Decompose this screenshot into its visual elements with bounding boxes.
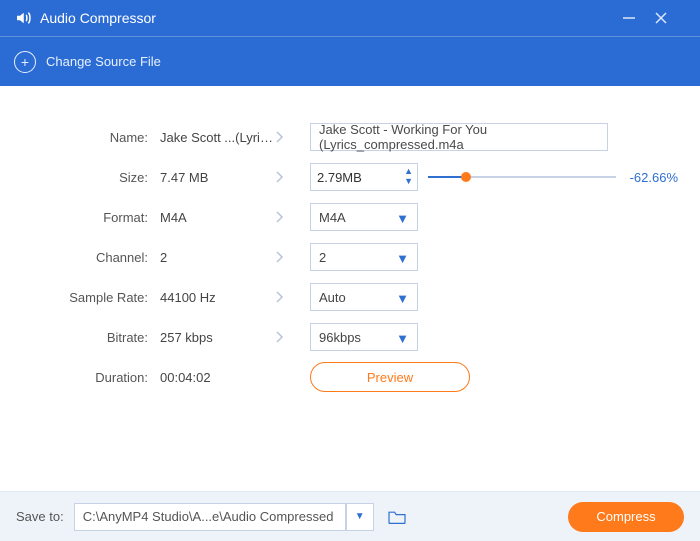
slider-thumb[interactable] (461, 172, 471, 182)
label-duration: Duration: (22, 370, 154, 385)
compress-button[interactable]: Compress (568, 502, 684, 532)
speaker-icon (14, 9, 32, 27)
plus-circle-icon: + (14, 51, 36, 73)
source-format: M4A (154, 210, 274, 225)
chevron-right-icon (274, 170, 310, 184)
format-select-value: M4A (319, 210, 346, 225)
source-bitrate: 257 kbps (154, 330, 274, 345)
source-size: 7.47 MB (154, 170, 274, 185)
label-sample-rate: Sample Rate: (22, 290, 154, 305)
label-format: Format: (22, 210, 154, 225)
footer-bar: Save to: C:\AnyMP4 Studio\A...e\Audio Co… (0, 491, 700, 541)
main-panel: Name: Jake Scott ...(Lyrics.m4a Jake Sco… (0, 86, 700, 501)
change-source-label: Change Source File (46, 54, 161, 69)
chevron-right-icon (274, 210, 310, 224)
change-source-file-button[interactable]: + Change Source File (0, 36, 700, 86)
output-name-input[interactable]: Jake Scott - Working For You (Lyrics_com… (310, 123, 608, 151)
sample-rate-select-value: Auto (319, 290, 346, 305)
save-path-input[interactable]: C:\AnyMP4 Studio\A...e\Audio Compressed (74, 503, 346, 531)
save-path-value: C:\AnyMP4 Studio\A...e\Audio Compressed (83, 509, 334, 524)
label-bitrate: Bitrate: (22, 330, 154, 345)
output-name-value: Jake Scott - Working For You (Lyrics_com… (319, 122, 599, 152)
caret-down-icon: ▼ (396, 251, 409, 266)
spin-down-icon[interactable]: ▼ (404, 176, 413, 186)
size-slider[interactable] (428, 170, 616, 184)
app-title: Audio Compressor (40, 10, 156, 26)
output-size-spinner[interactable]: 2.79MB ▲ ▼ (310, 163, 418, 191)
format-select[interactable]: M4A ▼ (310, 203, 418, 231)
channel-select[interactable]: 2 ▼ (310, 243, 418, 271)
caret-down-icon: ▼ (396, 331, 409, 346)
output-size-value: 2.79MB (317, 170, 362, 185)
close-button[interactable] (654, 11, 686, 25)
spin-up-icon[interactable]: ▲ (404, 166, 413, 176)
preview-button[interactable]: Preview (310, 362, 470, 392)
chevron-right-icon (274, 250, 310, 264)
chevron-right-icon (274, 290, 310, 304)
label-name: Name: (22, 130, 154, 145)
save-path-dropdown-button[interactable]: ▼ (346, 503, 374, 531)
minimize-button[interactable] (622, 11, 654, 25)
label-size: Size: (22, 170, 154, 185)
chevron-right-icon (274, 330, 310, 344)
caret-down-icon: ▼ (355, 511, 365, 522)
bitrate-select[interactable]: 96kbps ▼ (310, 323, 418, 351)
titlebar: Audio Compressor (0, 0, 700, 36)
open-folder-button[interactable] (384, 504, 410, 530)
caret-down-icon: ▼ (396, 211, 409, 226)
chevron-right-icon (274, 130, 310, 144)
caret-down-icon: ▼ (396, 291, 409, 306)
source-name: Jake Scott ...(Lyrics.m4a (154, 130, 274, 145)
sample-rate-select[interactable]: Auto ▼ (310, 283, 418, 311)
reduction-percent: -62.66% (624, 170, 678, 185)
label-channel: Channel: (22, 250, 154, 265)
compress-label: Compress (596, 509, 655, 524)
preview-label: Preview (367, 370, 413, 385)
app-title-group: Audio Compressor (14, 9, 622, 27)
source-duration: 00:04:02 (154, 370, 274, 385)
source-channel: 2 (154, 250, 274, 265)
channel-select-value: 2 (319, 250, 326, 265)
save-to-label: Save to: (16, 509, 64, 524)
source-sample-rate: 44100 Hz (154, 290, 274, 305)
bitrate-select-value: 96kbps (319, 330, 361, 345)
